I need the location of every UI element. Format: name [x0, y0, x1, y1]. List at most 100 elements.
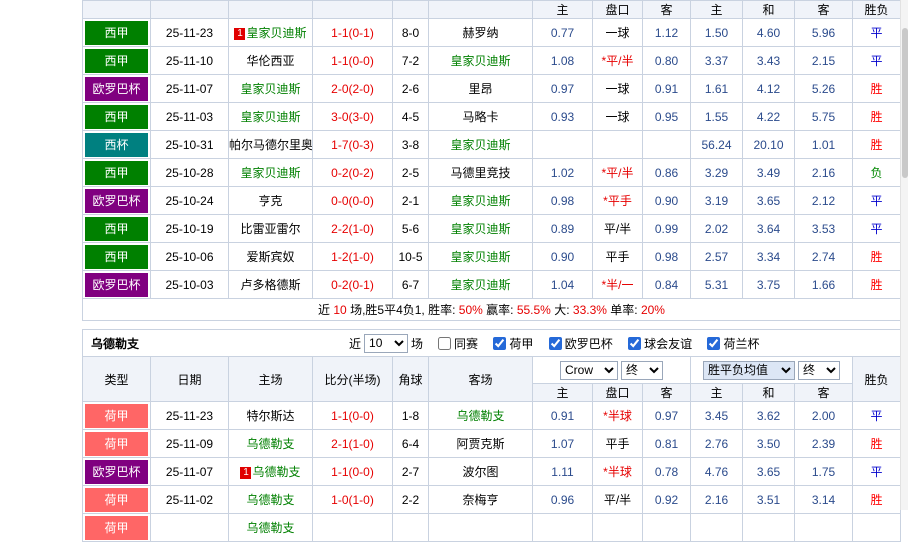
home-team[interactable]: 华伦西亚: [246, 54, 294, 68]
league-filter-label: 欧罗巴杯: [564, 336, 613, 351]
league-badge: 欧罗巴杯: [85, 459, 148, 484]
home-team[interactable]: 亨克: [258, 194, 282, 208]
away-team[interactable]: 阿贾克斯: [456, 437, 504, 451]
eu-draw-odds: 3.49: [742, 158, 795, 187]
betis-rows: 西甲 25-11-23 1 皇家贝迪斯 1-1(0-1) 8-0 赫罗纳 0.77…: [82, 18, 901, 299]
corner-cell: 8-0: [392, 18, 429, 47]
away-team[interactable]: 皇家贝迪斯: [450, 54, 510, 68]
vertical-scrollbar[interactable]: [900, 0, 908, 510]
league-filter-label: 荷甲: [509, 336, 534, 351]
recent-count-select[interactable]: 10: [364, 333, 409, 353]
home-team[interactable]: 皇家贝迪斯: [240, 82, 300, 96]
away-team[interactable]: 里昂: [468, 82, 492, 96]
header-corner-clipped: [392, 0, 429, 19]
home-team[interactable]: 比雷亚雷尔: [240, 222, 300, 236]
euro-average-select[interactable]: 胜平负均值: [703, 360, 795, 380]
ah-home-odds: 1.04: [532, 270, 593, 299]
league-filter-label: 同赛: [454, 336, 479, 351]
away-cell: 皇家贝迪斯: [428, 214, 533, 243]
eu-away-odds: 5.96: [794, 18, 853, 47]
ah-home-odds: 0.93: [532, 102, 593, 131]
eu-away-odds: 1.66: [794, 270, 853, 299]
result-label: 平: [870, 26, 883, 40]
result-cell: 平: [852, 214, 901, 243]
match-row: 西甲 25-10-28 皇家贝迪斯 0-2(0-2) 2-5 马德里竞技 1.0…: [82, 158, 901, 187]
away-team[interactable]: 皇家贝迪斯: [450, 278, 510, 292]
final-odds-select-1[interactable]: 终: [621, 360, 663, 380]
eu-home-odds: 3.29: [690, 158, 743, 187]
away-team[interactable]: 皇家贝迪斯: [450, 194, 510, 208]
summary-row: 近 10 场,胜5平4负1, 胜率: 50% 赢率: 55.5% 大: 33.3…: [82, 298, 901, 321]
away-team[interactable]: 皇家贝迪斯: [450, 250, 510, 264]
home-team[interactable]: 皇家贝迪斯: [246, 26, 306, 40]
away-team[interactable]: 奈梅亨: [462, 493, 498, 507]
home-team[interactable]: 皇家贝迪斯: [240, 110, 300, 124]
home-team[interactable]: 卢多格德斯: [240, 278, 300, 292]
league-filter[interactable]: 荷甲: [493, 336, 536, 351]
away-team[interactable]: 赫罗纳: [462, 26, 498, 40]
eu-draw-odds: 3.75: [742, 270, 795, 299]
home-team[interactable]: 乌德勒支: [246, 437, 294, 451]
league-cell: 欧罗巴杯: [82, 457, 151, 486]
match-date: [150, 513, 229, 542]
match-row: 荷甲 25-11-02 乌德勒支 1-0(1-0) 2-2 奈梅亨 0.96 平…: [82, 485, 902, 514]
league-badge: 荷甲: [85, 431, 148, 456]
home-cell: 特尔斯达: [228, 401, 313, 430]
scrollbar-thumb[interactable]: [902, 28, 908, 178]
live-marker-icon: 1: [240, 467, 252, 479]
league-filter[interactable]: 球会友谊: [628, 336, 695, 351]
match-row: 西甲 25-10-19 比雷亚雷尔 2-2(1-0) 5-6 皇家贝迪斯 0.8…: [82, 214, 901, 243]
away-cell: 马略卡: [428, 102, 533, 131]
ah-away-odds: 0.78: [642, 457, 691, 486]
corner-cell: 5-6: [392, 214, 429, 243]
home-team[interactable]: 乌德勒支: [252, 465, 300, 479]
league-filter[interactable]: 同赛: [438, 336, 481, 351]
league-badge: 西甲: [85, 160, 148, 185]
league-filter-checkbox[interactable]: [548, 336, 562, 350]
result-cell: 胜: [852, 74, 901, 103]
home-team[interactable]: 爱斯宾奴: [246, 250, 294, 264]
match-row: 西甲 25-11-03 皇家贝迪斯 3-0(3-0) 4-5 马略卡 0.93 …: [82, 102, 901, 131]
header-ah-line: 盘口: [592, 0, 643, 19]
home-team[interactable]: 特尔斯达: [246, 409, 294, 423]
league-filter-checkbox[interactable]: [628, 336, 642, 350]
league-filter-checkbox[interactable]: [707, 336, 721, 350]
ah-handicap: 平/半: [592, 485, 643, 514]
away-team[interactable]: 马德里竞技: [450, 166, 510, 180]
score-cell: [312, 513, 393, 542]
league-cell: 欧罗巴杯: [82, 270, 151, 299]
away-team[interactable]: 皇家贝迪斯: [450, 138, 510, 152]
home-cell: 皇家贝迪斯: [228, 74, 313, 103]
bookmaker-select[interactable]: Crow: [560, 360, 618, 380]
result-label: 胜: [870, 82, 883, 96]
league-filter[interactable]: 欧罗巴杯: [548, 336, 616, 351]
ah-home-odds: 0.96: [532, 485, 593, 514]
home-cell: 卢多格德斯: [228, 270, 313, 299]
home-team[interactable]: 乌德勒支: [246, 493, 294, 507]
home-team[interactable]: 帕尔马德尔里奥: [230, 138, 312, 152]
match-date: 25-11-23: [150, 401, 229, 430]
header-away: 客场: [428, 356, 533, 402]
league-filter[interactable]: 荷兰杯: [707, 336, 759, 351]
away-team[interactable]: 皇家贝迪斯: [450, 222, 510, 236]
away-team[interactable]: 马略卡: [462, 110, 498, 124]
match-row: 欧罗巴杯 25-11-07 1 乌德勒支 1-1(0-0) 2-7 波尔图 1.1…: [82, 457, 902, 486]
league-filter-checkbox[interactable]: [493, 336, 507, 350]
eu-draw-odds: 3.65: [742, 186, 795, 215]
header-result: 胜负: [851, 356, 902, 402]
ah-home-odds: 0.90: [532, 242, 593, 271]
home-team[interactable]: 乌德勒支: [246, 521, 294, 535]
away-team[interactable]: 乌德勒支: [456, 409, 504, 423]
summary-segment: 赢率:: [486, 303, 514, 317]
league-badge: 欧罗巴杯: [85, 272, 148, 297]
match-date: 25-10-06: [150, 242, 229, 271]
league-filter-checkbox[interactable]: [438, 336, 452, 350]
eu-home-odds: 3.45: [690, 401, 743, 430]
result-cell: 胜: [852, 130, 901, 159]
home-team[interactable]: 皇家贝迪斯: [240, 166, 300, 180]
ah-away-odds: 0.92: [642, 485, 691, 514]
final-odds-select-2[interactable]: 终: [798, 360, 840, 380]
away-cell: 皇家贝迪斯: [428, 270, 533, 299]
away-team[interactable]: 波尔图: [462, 465, 498, 479]
ah-away-odds: 1.12: [642, 18, 691, 47]
